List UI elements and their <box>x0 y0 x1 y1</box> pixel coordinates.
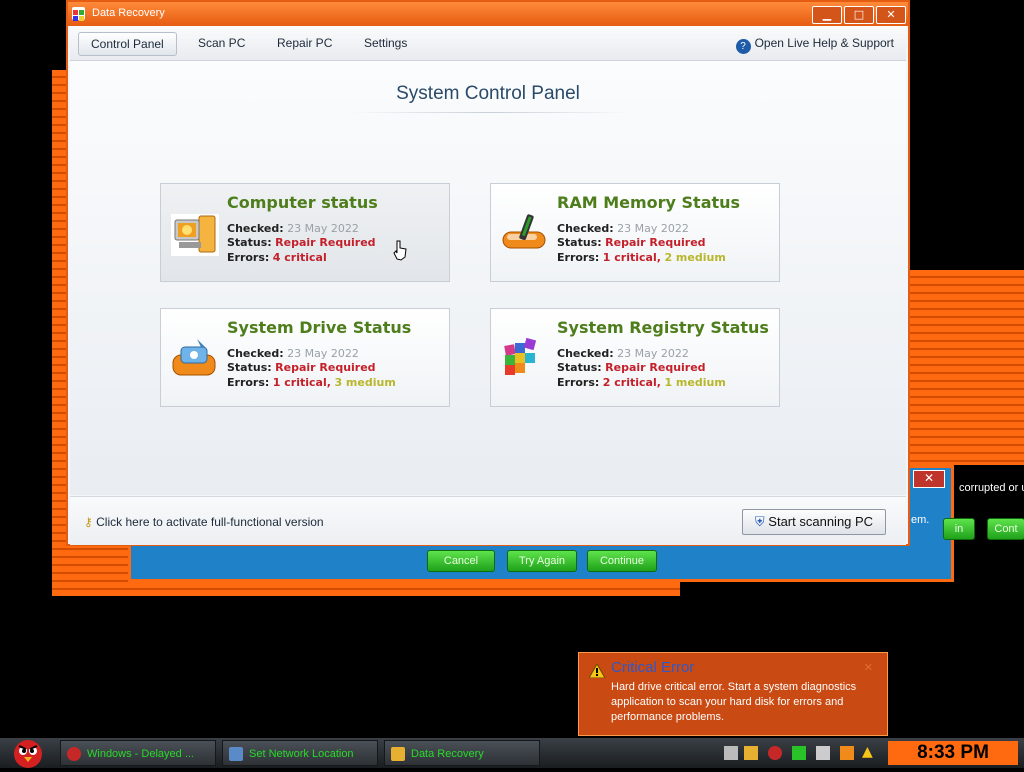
dialog-side-text: corrupted or u <box>959 482 1024 494</box>
taskbar-item-set-network-location[interactable]: Set Network Location <box>222 740 378 766</box>
network-icon <box>229 747 243 761</box>
system-tray: ▲ <box>718 740 883 766</box>
system-drive-icon <box>171 335 219 383</box>
status-line: Status: Repair Required <box>557 236 706 249</box>
start-scanning-label: Start scanning PC <box>768 514 874 529</box>
ram-memory-status-card[interactable]: RAM Memory Status Checked: 23 May 2022 S… <box>490 183 780 282</box>
live-help-link[interactable]: ? Open Live Help & Support <box>735 36 894 54</box>
clock[interactable]: 8:33 PM <box>888 741 1018 765</box>
data-recovery-window: Data Recovery ▁ □ ✕ Control Panel Scan P… <box>66 0 910 546</box>
checked-line: Checked: 23 May 2022 <box>227 222 359 235</box>
main-content: System Control Panel Computer status Che… <box>70 61 906 495</box>
angry-bird-icon <box>14 740 42 768</box>
tab-scan-pc[interactable]: Scan PC <box>186 32 257 54</box>
start-button[interactable] <box>4 732 52 768</box>
shield-icon: ⛨ <box>754 514 765 529</box>
app-icon <box>72 7 85 21</box>
warning-icon[interactable]: ▲ <box>862 744 873 760</box>
ram-memory-icon <box>501 210 549 258</box>
notification-title: Critical Error <box>611 659 695 676</box>
card-title: System Registry Status <box>557 318 769 337</box>
notification-body: Hard drive critical error. Start a syste… <box>611 681 857 723</box>
try-again-button[interactable]: Try Again <box>507 550 577 572</box>
app-icon <box>391 747 405 761</box>
checked-line: Checked: 23 May 2022 <box>557 347 689 360</box>
errors-line: Errors: 4 critical <box>227 251 327 264</box>
errors-line: Errors: 2 critical, 1 medium <box>557 376 726 389</box>
taskbar: Windows - Delayed ... Set Network Locati… <box>0 738 1024 768</box>
bottom-bar: ⚷ Click here to activate full-functional… <box>70 496 906 545</box>
errors-line: Errors: 1 critical, 3 medium <box>227 376 396 389</box>
continue-button[interactable]: Continue <box>587 550 657 572</box>
error-tray-icon[interactable] <box>768 746 782 760</box>
title-bar[interactable]: Data Recovery ▁ □ ✕ <box>68 2 908 26</box>
close-icon[interactable]: ✕ <box>913 470 945 488</box>
title-divider <box>350 112 630 113</box>
system-drive-status-card[interactable]: System Drive Status Checked: 23 May 2022… <box>160 308 450 407</box>
registry-icon <box>501 335 549 383</box>
minimize-icon: ▁ <box>822 8 832 21</box>
dialog-continue-button-partial[interactable]: Cont <box>987 518 1024 540</box>
menu-bar: Control Panel Scan PC Repair PC Settings… <box>70 26 906 61</box>
tab-control-panel[interactable]: Control Panel <box>78 32 177 56</box>
close-button[interactable]: ✕ <box>876 6 906 24</box>
security-tray-icon[interactable] <box>840 746 854 760</box>
computer-status-card[interactable]: Computer status Checked: 23 May 2022 Sta… <box>160 183 450 282</box>
close-icon[interactable]: ✕ <box>864 661 873 674</box>
status-line: Status: Repair Required <box>227 361 376 374</box>
cancel-button[interactable]: Cancel <box>427 550 495 572</box>
taskbar-item-windows-delayed[interactable]: Windows - Delayed ... <box>60 740 216 766</box>
error-icon <box>67 747 81 761</box>
up-arrow-icon[interactable] <box>724 746 738 760</box>
critical-error-notification[interactable]: Critical Error ✕ Hard drive critical err… <box>578 652 888 736</box>
dialog-side-text: em. <box>911 514 930 526</box>
background-window-right <box>908 270 1024 465</box>
card-title: Computer status <box>227 193 378 212</box>
activate-text: Click here to activate full-functional v… <box>96 515 324 529</box>
key-icon: ⚷ <box>84 515 93 529</box>
computer-icon <box>171 210 219 258</box>
maximize-button[interactable]: □ <box>844 6 874 24</box>
page-title: System Control Panel <box>396 83 580 104</box>
status-line: Status: Repair Required <box>227 236 376 249</box>
card-title: System Drive Status <box>227 318 412 337</box>
activate-link[interactable]: ⚷ Click here to activate full-functional… <box>84 515 324 529</box>
status-line: Status: Repair Required <box>557 361 706 374</box>
checked-line: Checked: 23 May 2022 <box>557 222 689 235</box>
window-title: Data Recovery <box>92 7 165 19</box>
mouse-cursor-icon <box>392 239 408 265</box>
checked-line: Checked: 23 May 2022 <box>227 347 359 360</box>
minimize-button[interactable]: ▁ <box>812 6 842 24</box>
close-icon: ✕ <box>886 8 896 21</box>
start-scanning-button[interactable]: ⛨ Start scanning PC <box>742 509 886 535</box>
volume-icon[interactable] <box>816 746 830 760</box>
card-title: RAM Memory Status <box>557 193 741 212</box>
help-icon: ? <box>735 39 751 54</box>
tab-repair-pc[interactable]: Repair PC <box>265 32 344 54</box>
maximize-icon: □ <box>853 8 865 21</box>
system-registry-status-card[interactable]: System Registry Status Checked: 23 May 2… <box>490 308 780 407</box>
app-tray-icon[interactable] <box>744 746 758 760</box>
live-help-label: Open Live Help & Support <box>754 36 894 50</box>
warning-icon <box>588 662 606 682</box>
dialog-side-button[interactable]: in <box>943 518 975 540</box>
battery-icon[interactable] <box>792 746 806 760</box>
taskbar-item-data-recovery[interactable]: Data Recovery <box>384 740 540 766</box>
errors-line: Errors: 1 critical, 2 medium <box>557 251 726 264</box>
tab-settings[interactable]: Settings <box>352 32 419 54</box>
